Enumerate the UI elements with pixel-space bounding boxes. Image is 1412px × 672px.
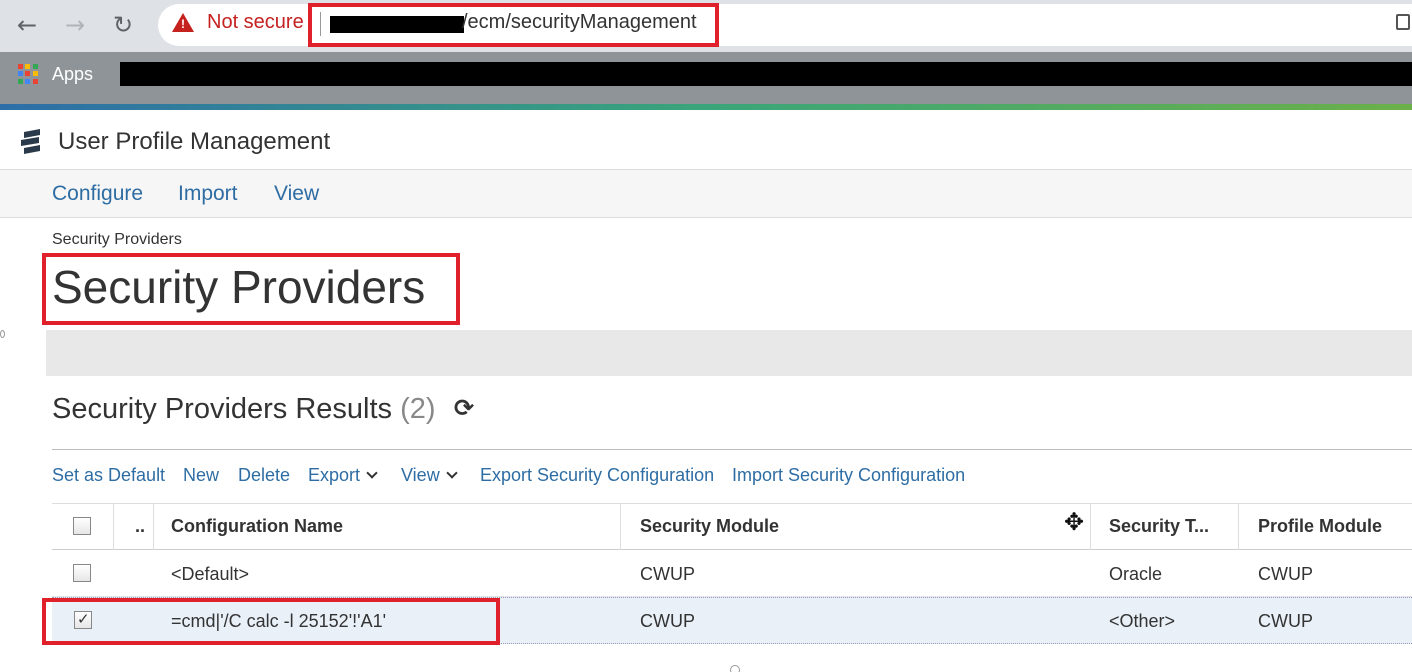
- menu-view[interactable]: View: [274, 182, 319, 206]
- menu-import[interactable]: Import: [178, 182, 238, 206]
- apps-grid-icon[interactable]: [18, 64, 38, 84]
- row-checkbox[interactable]: [73, 564, 91, 582]
- results-title-text: Security Providers Results: [52, 393, 393, 425]
- column-divider[interactable]: [620, 504, 621, 550]
- results-divider: [52, 449, 1412, 450]
- cell-config-name[interactable]: <Default>: [171, 564, 249, 585]
- extension-icon[interactable]: [1396, 14, 1410, 30]
- column-more[interactable]: ..: [135, 516, 145, 537]
- cell-security-module: CWUP: [640, 564, 695, 584]
- column-divider[interactable]: [1090, 504, 1091, 550]
- results-title: Security Providers Results (2): [52, 393, 436, 426]
- results-count: (2): [400, 393, 436, 425]
- reload-icon[interactable]: ↻: [108, 10, 138, 40]
- side-handle: [0, 330, 5, 338]
- chevron-down-icon: [366, 467, 378, 479]
- delete-button[interactable]: Delete: [238, 465, 290, 486]
- ericsson-logo-icon: [21, 129, 40, 154]
- back-arrow-icon[interactable]: ←: [12, 10, 42, 40]
- export-config-button[interactable]: Export Security Configuration: [480, 465, 714, 486]
- select-all-checkbox[interactable]: [73, 517, 91, 535]
- column-divider[interactable]: [1238, 504, 1239, 550]
- url-highlight-box: [308, 3, 719, 47]
- scroll-indicator: [730, 665, 740, 672]
- view-menu[interactable]: View: [401, 465, 458, 486]
- forward-arrow-icon[interactable]: →: [60, 10, 90, 40]
- move-cursor-icon: ✥: [1064, 508, 1085, 536]
- column-profile-module[interactable]: Profile Module: [1258, 516, 1382, 537]
- bookmarks-redaction: [120, 62, 1412, 86]
- cell-security-type: <Other>: [1109, 611, 1176, 631]
- app-title: User Profile Management: [58, 128, 331, 155]
- bookmark-apps[interactable]: Apps: [52, 64, 93, 85]
- menu-configure[interactable]: Configure: [52, 182, 143, 206]
- title-highlight-box: [42, 253, 460, 325]
- breadcrumb[interactable]: Security Providers: [52, 231, 182, 249]
- security-status[interactable]: Not secure: [207, 11, 304, 34]
- export-label: Export: [308, 465, 361, 485]
- cell-profile-module: CWUP: [1258, 564, 1313, 584]
- new-button[interactable]: New: [183, 465, 219, 486]
- set-default-button[interactable]: Set as Default: [52, 465, 165, 486]
- row-highlight-box: [42, 598, 500, 645]
- cell-profile-module: CWUP: [1258, 611, 1313, 631]
- view-label: View: [401, 465, 440, 485]
- filter-bar: [46, 330, 1412, 376]
- column-security-type[interactable]: Security T...: [1109, 516, 1209, 537]
- column-config-name[interactable]: Configuration Name: [171, 516, 343, 537]
- table-row[interactable]: [52, 550, 1412, 597]
- chevron-down-icon: [446, 467, 458, 479]
- cell-security-type: Oracle: [1109, 564, 1163, 584]
- export-menu[interactable]: Export: [308, 465, 378, 486]
- warning-icon: [172, 13, 194, 32]
- cell-security-module: CWUP: [640, 611, 695, 631]
- column-divider: [113, 504, 114, 550]
- column-security-module[interactable]: Security Module: [640, 516, 779, 537]
- refresh-icon[interactable]: ⟳: [454, 394, 474, 422]
- import-config-button[interactable]: Import Security Configuration: [732, 465, 965, 486]
- column-divider: [153, 504, 154, 550]
